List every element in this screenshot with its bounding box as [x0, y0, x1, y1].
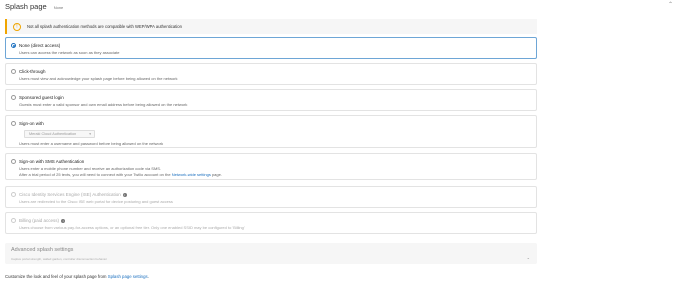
radio-click-through[interactable] [11, 69, 16, 74]
option-label: Sign-on with [19, 121, 44, 126]
option-cisco-ise-authentication: Cisco Identity Services Engine (ISE) Aut… [5, 186, 537, 208]
radio-billing-paid-access [11, 218, 16, 223]
chevron-up-icon[interactable]: ⌃ [668, 2, 673, 8]
option-sms-authentication[interactable]: Sign-on with SMS Authentication Users en… [5, 153, 537, 180]
network-wide-settings-link[interactable]: Network-wide settings [172, 172, 211, 177]
chevron-down-icon: ▾ [89, 132, 91, 136]
option-billing-paid-access: Billing (paid access) i Users choose from… [5, 212, 537, 234]
option-description: Users can access the network as soon as … [19, 50, 120, 55]
sms-note-suffix: page. [210, 172, 222, 177]
option-description: Users are redirected to the Cisco ISE we… [19, 199, 173, 204]
footer-suffix: . [147, 274, 149, 279]
footer-note: Customize the look and feel of your spla… [5, 274, 149, 279]
page-title: Splash page [5, 2, 47, 11]
alert-text: Not all splash authentication methods ar… [27, 24, 182, 29]
advanced-splash-settings[interactable]: Advanced splash settings Captive portal … [5, 243, 537, 264]
splash-page-header: Splash page None [5, 2, 672, 12]
option-description: Guests must enter a valid sponsor and ow… [19, 102, 188, 107]
sign-on-provider-select[interactable]: Meraki Cloud Authentication ▾ [24, 130, 95, 138]
option-description-line2: After a trial period of 25 texts, you wi… [19, 172, 222, 177]
compatibility-alert: ! Not all splash authentication methods … [5, 19, 537, 34]
option-description: Users choose from various pay-for-access… [19, 225, 245, 230]
option-label-text: Cisco Identity Services Engine (ISE) Aut… [19, 192, 121, 197]
option-click-through[interactable]: Click-through Users must view and acknow… [5, 63, 537, 85]
radio-sponsored-guest-login[interactable] [11, 95, 16, 100]
radio-cisco-ise-authentication [11, 192, 16, 197]
option-description: Users must view and acknowledge your spl… [19, 76, 178, 81]
advanced-settings-title: Advanced splash settings [11, 247, 74, 253]
option-description: Users enter a mobile phone number and re… [19, 166, 162, 171]
option-label: Cisco Identity Services Engine (ISE) Aut… [19, 192, 127, 197]
sms-note-text: After a trial period of 25 texts, you wi… [19, 172, 172, 177]
info-icon[interactable]: i [122, 192, 127, 197]
radio-none-direct-access[interactable] [11, 43, 16, 48]
option-label: Billing (paid access) i [19, 218, 66, 223]
option-label: Click-through [19, 69, 46, 74]
select-value: Meraki Cloud Authentication [29, 132, 77, 136]
splash-page-settings-link[interactable]: Splash page settings [108, 274, 148, 279]
option-none-direct-access[interactable]: None (direct access) Users can access th… [5, 37, 537, 59]
chevron-down-icon[interactable]: ⌄ [527, 255, 530, 260]
option-label: Sign-on with SMS Authentication [19, 159, 85, 164]
footer-text: Customize the look and feel of your spla… [5, 274, 108, 279]
option-label: None (direct access) [19, 43, 61, 48]
radio-sign-on-with[interactable] [11, 121, 16, 126]
option-sign-on-with[interactable]: Sign-on with Meraki Cloud Authentication… [5, 115, 537, 148]
option-description: Users must enter a username and password… [19, 141, 164, 146]
radio-sms-authentication[interactable] [11, 159, 16, 164]
advanced-settings-subtitle: Captive portal strength, walled garden, … [11, 257, 108, 261]
warning-icon: ! [13, 22, 21, 31]
option-label-text: Billing (paid access) [19, 218, 60, 223]
page-subtitle: None [53, 5, 64, 10]
option-sponsored-guest-login[interactable]: Sponsored guest login Guests must enter … [5, 89, 537, 111]
option-label: Sponsored guest login [19, 95, 64, 100]
info-icon[interactable]: i [61, 218, 66, 223]
